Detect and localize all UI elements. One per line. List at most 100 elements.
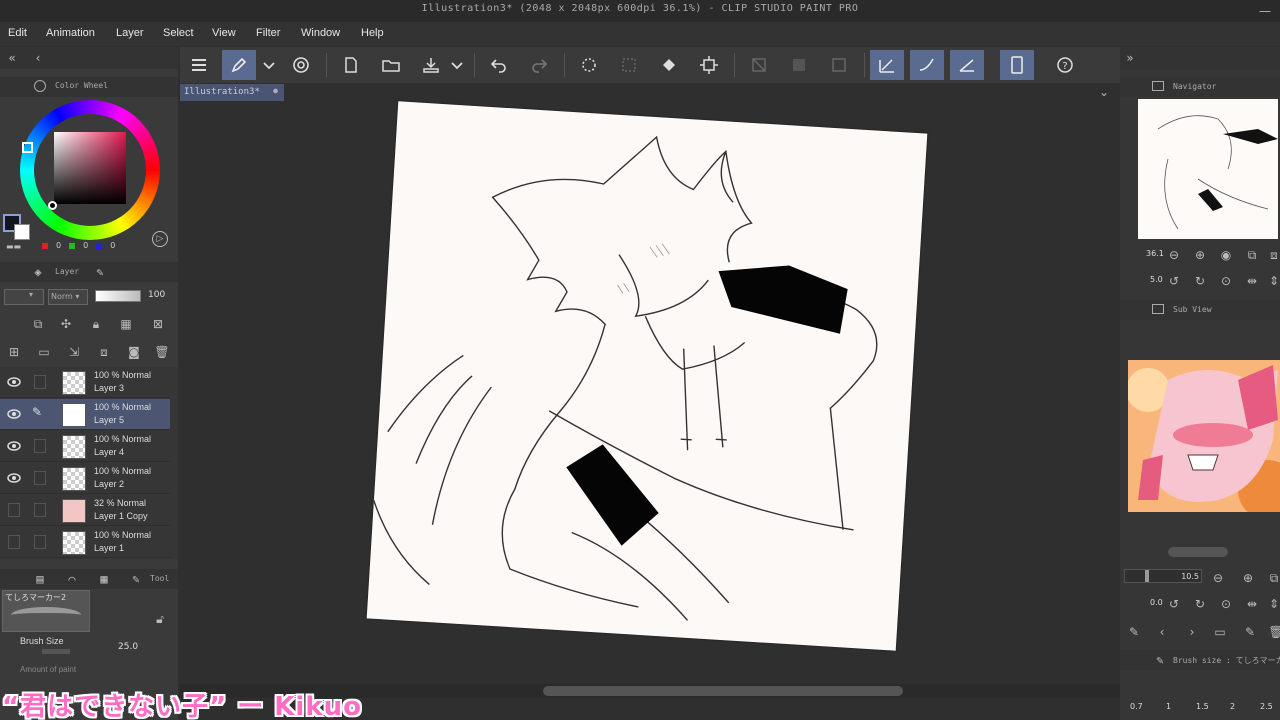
layer-property-icon[interactable]: ✎ xyxy=(92,264,108,280)
layer-row-active[interactable]: ✎ 100 % Normal Layer 5 xyxy=(0,399,170,430)
layer-tab-label[interactable]: Layer xyxy=(55,267,79,276)
menu-filter[interactable]: Filter xyxy=(256,27,280,39)
dropdown-button[interactable] xyxy=(258,50,280,80)
hidden-eye-slot[interactable] xyxy=(8,503,20,517)
zoom-out-icon[interactable]: ⊖ xyxy=(1210,570,1226,586)
flip-vertical-icon[interactable]: ⇕ xyxy=(1266,273,1280,289)
wrench-icon[interactable]: ✎ xyxy=(128,571,144,587)
eye-icon[interactable] xyxy=(6,471,22,485)
reset-rotation-icon[interactable]: ⊙ xyxy=(1218,596,1234,612)
flip-horizontal-icon[interactable]: ⇹ xyxy=(1244,596,1260,612)
brush-shape-icon[interactable]: ⌒ xyxy=(64,571,80,587)
unsaved-dot-icon[interactable]: ● xyxy=(273,86,278,95)
layer-mask-icon[interactable]: ◙ xyxy=(126,344,142,360)
opacity-slider[interactable] xyxy=(95,290,141,302)
flip-horizontal-icon[interactable]: ⇹ xyxy=(1244,273,1260,289)
fit-navigator-icon[interactable]: ⧈ xyxy=(1266,247,1280,263)
deselect-button[interactable] xyxy=(742,50,776,80)
edit-target-slot[interactable] xyxy=(34,439,46,453)
drawing-canvas[interactable] xyxy=(366,101,928,651)
import-icon[interactable]: ▭ xyxy=(1212,624,1228,640)
reference-layer-icon[interactable]: ✣ xyxy=(58,316,74,332)
special-ruler-snap-button[interactable] xyxy=(910,50,944,80)
blend-mode-dropdown[interactable]: Norm ▾ xyxy=(48,289,88,305)
menu-animation[interactable]: Animation xyxy=(46,27,95,39)
menu-edit[interactable]: Edit xyxy=(8,27,27,39)
reference-image[interactable] xyxy=(1128,360,1280,512)
previous-icon[interactable]: ‹ xyxy=(1154,624,1170,640)
eye-icon[interactable] xyxy=(6,439,22,453)
delete-icon[interactable]: 🗑︎ xyxy=(1268,624,1280,640)
menu-view[interactable]: View xyxy=(212,27,236,39)
collapse-left-icon[interactable]: « xyxy=(4,50,20,66)
rotate-left-icon[interactable]: ↺ xyxy=(1166,273,1182,289)
hamburger-menu-button[interactable] xyxy=(182,50,216,80)
scrollbar-thumb[interactable] xyxy=(543,686,903,696)
navigator-preview[interactable] xyxy=(1138,99,1278,239)
ruler-snap-button[interactable] xyxy=(870,50,904,80)
next-icon[interactable]: › xyxy=(1184,624,1200,640)
brush-size-option[interactable]: 2.5 xyxy=(1260,702,1273,711)
brush-size-option[interactable]: 2 xyxy=(1230,702,1235,711)
rotate-left-icon[interactable]: ↺ xyxy=(1166,596,1182,612)
transform-button[interactable] xyxy=(692,50,726,80)
transparent-swatch[interactable]: ▬▬ xyxy=(6,242,21,251)
menu-select[interactable]: Select xyxy=(163,27,194,39)
color-mode-icon[interactable]: ▷ xyxy=(152,231,168,247)
chevron-left-icon[interactable]: ‹ xyxy=(30,50,46,66)
edit-target-slot[interactable] xyxy=(34,375,46,389)
new-file-button[interactable] xyxy=(334,50,368,80)
sub-color-swatch[interactable] xyxy=(14,224,30,240)
invert-selection-button[interactable] xyxy=(782,50,816,80)
flip-vertical-icon[interactable]: ⇕ xyxy=(1266,596,1280,612)
fit-icon[interactable]: ⧉ xyxy=(1266,570,1280,586)
new-folder-icon[interactable]: ▭ xyxy=(36,344,52,360)
saturation-value-square[interactable] xyxy=(54,132,126,204)
eye-icon[interactable] xyxy=(6,407,22,421)
clear-icon[interactable]: ✎ xyxy=(1242,624,1258,640)
rotate-right-icon[interactable]: ↻ xyxy=(1192,596,1208,612)
tool-tab-label[interactable]: Tool xyxy=(150,574,169,583)
lock-icon[interactable]: 🔓︎ xyxy=(152,611,168,627)
zoom-in-icon[interactable]: ⊕ xyxy=(1192,247,1208,263)
mask-icon[interactable]: ⊠ xyxy=(150,316,166,332)
lock-transparent-icon[interactable]: ▦ xyxy=(118,316,134,332)
clear-button[interactable] xyxy=(572,50,606,80)
color-handle[interactable] xyxy=(48,201,57,210)
edit-target-slot[interactable] xyxy=(34,471,46,485)
eye-icon[interactable] xyxy=(6,375,22,389)
menu-layer[interactable]: Layer xyxy=(116,27,144,39)
save-button[interactable] xyxy=(414,50,448,80)
opacity-value[interactable]: 100 xyxy=(148,290,165,300)
show-selection-button[interactable] xyxy=(822,50,856,80)
rotate-right-icon[interactable]: ↻ xyxy=(1192,273,1208,289)
fit-window-icon[interactable]: ⧉ xyxy=(1244,247,1260,263)
brush-size-option[interactable]: 0.7 xyxy=(1130,702,1143,711)
zoom-out-icon[interactable]: ⊖ xyxy=(1166,247,1182,263)
layer-row[interactable]: 100 % Normal Layer 3 xyxy=(0,367,170,398)
material-icon[interactable]: ▦ xyxy=(96,571,112,587)
layer-row[interactable]: 100 % Normal Layer 4 xyxy=(0,431,170,462)
layer-row[interactable]: 100 % Normal Layer 1 xyxy=(0,527,170,558)
edit-target-slot[interactable] xyxy=(34,535,46,549)
assets-button[interactable] xyxy=(284,50,318,80)
clip-studio-button[interactable] xyxy=(222,50,256,80)
chevron-down-icon[interactable]: ⌄ xyxy=(1096,84,1112,100)
open-button[interactable] xyxy=(374,50,408,80)
redo-button[interactable] xyxy=(522,50,556,80)
menu-help[interactable]: Help xyxy=(361,27,384,39)
sub-tool-icon[interactable]: ▤ xyxy=(32,571,48,587)
lock-icon[interactable]: 🔒︎ xyxy=(88,316,104,332)
minimize-button[interactable]: — xyxy=(1250,0,1280,22)
reset-rotation-icon[interactable]: ⊙ xyxy=(1218,273,1234,289)
document-tab[interactable]: Illustration3* ● xyxy=(180,84,284,101)
sub-view-scrollbar[interactable] xyxy=(1168,547,1228,557)
layer-type-dropdown[interactable]: ▾ xyxy=(4,289,44,305)
brush-size-value[interactable]: 25.0 xyxy=(118,642,138,652)
transfer-layer-icon[interactable]: ⇲ xyxy=(66,344,82,360)
grid-snap-button[interactable] xyxy=(950,50,984,80)
hidden-eye-slot[interactable] xyxy=(8,535,20,549)
hue-handle[interactable] xyxy=(22,142,33,153)
menu-window[interactable]: Window xyxy=(301,27,340,39)
zoom-in-icon[interactable]: ⊕ xyxy=(1240,570,1256,586)
